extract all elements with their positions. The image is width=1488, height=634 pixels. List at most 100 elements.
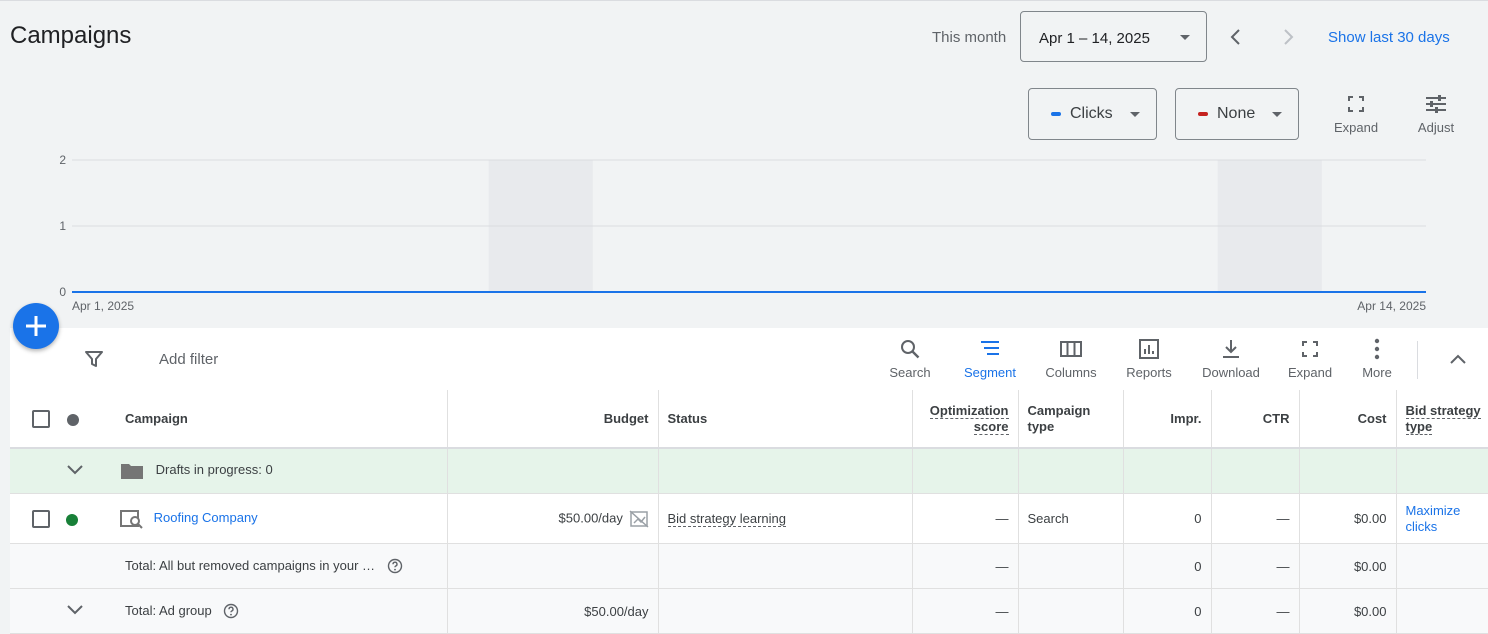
filter-icon[interactable] bbox=[84, 349, 104, 369]
col-header-ctr[interactable]: CTR bbox=[1210, 390, 1299, 449]
total-adgroup-impr: 0 bbox=[1122, 588, 1211, 634]
opt-header-line1: Optimization bbox=[929, 402, 1009, 419]
status-value[interactable]: Bid strategy learning bbox=[667, 511, 787, 527]
total-adgroup-budget: $50.00/day bbox=[446, 588, 658, 634]
toolbar-search[interactable]: Search bbox=[884, 337, 936, 380]
chevron-down-icon bbox=[1130, 112, 1140, 117]
budget-chart-off-icon[interactable] bbox=[629, 509, 649, 528]
chart-y-tick-label: 0 bbox=[59, 285, 66, 299]
top-divider bbox=[0, 0, 1488, 1]
bid-strategy-line2[interactable]: clicks bbox=[1406, 519, 1438, 534]
col-header-campaign-type[interactable]: Campaign type bbox=[1017, 390, 1123, 449]
add-filter-button[interactable]: Add filter bbox=[159, 351, 218, 368]
metric-label: None bbox=[1217, 105, 1256, 122]
col-header-budget[interactable]: Budget bbox=[446, 390, 658, 449]
col-header-optimization-score[interactable]: Optimization score bbox=[911, 390, 1018, 449]
budget-value: $50.00/day bbox=[558, 509, 623, 525]
chart-adjust-label: Adjust bbox=[1417, 120, 1455, 135]
chart-expand-button[interactable]: Expand bbox=[1330, 94, 1382, 135]
toolbar-more[interactable]: More bbox=[1352, 337, 1402, 380]
toolbar-expand-label: Expand bbox=[1287, 365, 1333, 380]
type-header-line1: Campaign bbox=[1027, 402, 1091, 418]
col-header-bid-strategy-type[interactable]: Bid strategy type bbox=[1395, 390, 1488, 449]
impr-cell: 0 bbox=[1122, 493, 1211, 544]
toolbar-columns-label: Columns bbox=[1045, 365, 1097, 380]
campaign-type-cell: Search bbox=[1017, 493, 1123, 544]
metric-select-secondary[interactable]: None bbox=[1175, 88, 1299, 140]
expand-chevron-down-icon[interactable] bbox=[66, 604, 84, 616]
chart-expand-label: Expand bbox=[1333, 120, 1379, 135]
chevron-left-icon[interactable] bbox=[1226, 27, 1246, 47]
toolbar-download-label: Download bbox=[1202, 365, 1260, 380]
chart-x-tick-label-end: Apr 14, 2025 bbox=[1357, 299, 1426, 313]
period-label: This month bbox=[932, 29, 1007, 46]
page-title: Campaigns bbox=[10, 22, 132, 49]
metric-select-primary[interactable]: Clicks bbox=[1028, 88, 1157, 140]
toolbar-download[interactable]: Download bbox=[1198, 337, 1264, 380]
col-header-impr[interactable]: Impr. bbox=[1122, 390, 1211, 449]
segment-icon bbox=[981, 341, 999, 355]
collapse-chevron-up-icon[interactable] bbox=[1448, 350, 1468, 370]
ctr-cell: — bbox=[1210, 493, 1299, 544]
status-filter-dot[interactable] bbox=[67, 413, 79, 426]
date-range-value: Apr 1 – 14, 2025 bbox=[1039, 30, 1150, 47]
type-header-line2: type bbox=[1027, 418, 1055, 434]
col-header-status[interactable]: Status bbox=[657, 390, 912, 449]
drafts-row: Drafts in progress: 0 bbox=[10, 448, 1488, 494]
series-color-swatch bbox=[1051, 112, 1061, 116]
chart-adjust-button[interactable]: Adjust bbox=[1410, 94, 1462, 135]
expand-chevron-down-icon[interactable] bbox=[66, 464, 84, 476]
toolbar-more-label: More bbox=[1362, 365, 1392, 380]
search-campaign-icon bbox=[120, 509, 143, 529]
toolbar-columns[interactable]: Columns bbox=[1040, 337, 1102, 380]
columns-icon bbox=[1060, 341, 1082, 357]
toolbar-segment[interactable]: Segment bbox=[958, 337, 1022, 380]
bid-header-line2: type bbox=[1405, 418, 1433, 435]
total-adgroup-label: Total: Ad group bbox=[125, 602, 212, 618]
chart-y-tick-label: 1 bbox=[59, 219, 66, 233]
drafts-label: Drafts in progress: 0 bbox=[155, 462, 273, 478]
total-adgroup-ctr: — bbox=[1210, 588, 1299, 634]
metric-label: Clicks bbox=[1070, 105, 1113, 122]
tune-icon bbox=[1426, 95, 1446, 113]
toolbar-divider bbox=[1417, 341, 1418, 379]
opt-header-line2: score bbox=[973, 418, 1009, 435]
total-adgroup-cost: $0.00 bbox=[1298, 588, 1396, 634]
toolbar-reports[interactable]: Reports bbox=[1120, 337, 1178, 380]
clicks-chart: 0 1 2 Apr 1, 2025 Apr 14, 2025 bbox=[59, 153, 1426, 313]
help-icon[interactable] bbox=[387, 558, 403, 574]
total-all-cost: $0.00 bbox=[1298, 543, 1396, 589]
campaigns-table: Campaign Budget Status Optimization scor… bbox=[10, 390, 1488, 634]
chevron-down-icon bbox=[1272, 112, 1282, 117]
search-icon bbox=[901, 340, 920, 359]
total-all-label: Total: All but removed campaigns in your… bbox=[125, 557, 376, 573]
toolbar-expand[interactable]: Expand bbox=[1282, 337, 1338, 380]
plus-icon bbox=[26, 316, 46, 336]
select-all-checkbox[interactable] bbox=[32, 409, 50, 428]
chevron-right-icon[interactable] bbox=[1278, 27, 1298, 47]
total-adgroup-row: Total: Ad group $50.00/day — 0 — $0.00 bbox=[10, 588, 1488, 634]
row-checkbox[interactable] bbox=[32, 509, 50, 528]
create-button[interactable] bbox=[13, 303, 59, 349]
date-range-select[interactable]: Apr 1 – 14, 2025 bbox=[1020, 11, 1207, 62]
show-last-30-days-link[interactable]: Show last 30 days bbox=[1328, 29, 1450, 46]
status-enabled-dot[interactable] bbox=[66, 513, 78, 526]
bid-strategy-line1[interactable]: Maximize bbox=[1406, 503, 1461, 518]
chart-y-tick-label: 2 bbox=[59, 153, 66, 167]
toolbar-search-label: Search bbox=[889, 365, 931, 380]
download-icon bbox=[1223, 340, 1239, 358]
expand-icon bbox=[1348, 96, 1364, 112]
campaign-name-link[interactable]: Roofing Company bbox=[154, 510, 258, 525]
toolbar-reports-label: Reports bbox=[1126, 365, 1172, 380]
chart-x-tick-label-start: Apr 1, 2025 bbox=[72, 299, 134, 313]
folder-icon bbox=[121, 464, 143, 479]
col-header-campaign[interactable]: Campaign bbox=[115, 390, 447, 449]
bid-header-line1: Bid strategy bbox=[1405, 402, 1481, 419]
total-all-row: Total: All but removed campaigns in your… bbox=[10, 543, 1488, 589]
help-icon[interactable] bbox=[223, 603, 239, 619]
more-vert-icon bbox=[1374, 338, 1380, 360]
budget-cell: $50.00/day bbox=[446, 493, 658, 544]
col-header-cost[interactable]: Cost bbox=[1298, 390, 1396, 449]
toolbar-segment-label: Segment bbox=[963, 365, 1017, 380]
series-color-swatch bbox=[1198, 112, 1208, 116]
